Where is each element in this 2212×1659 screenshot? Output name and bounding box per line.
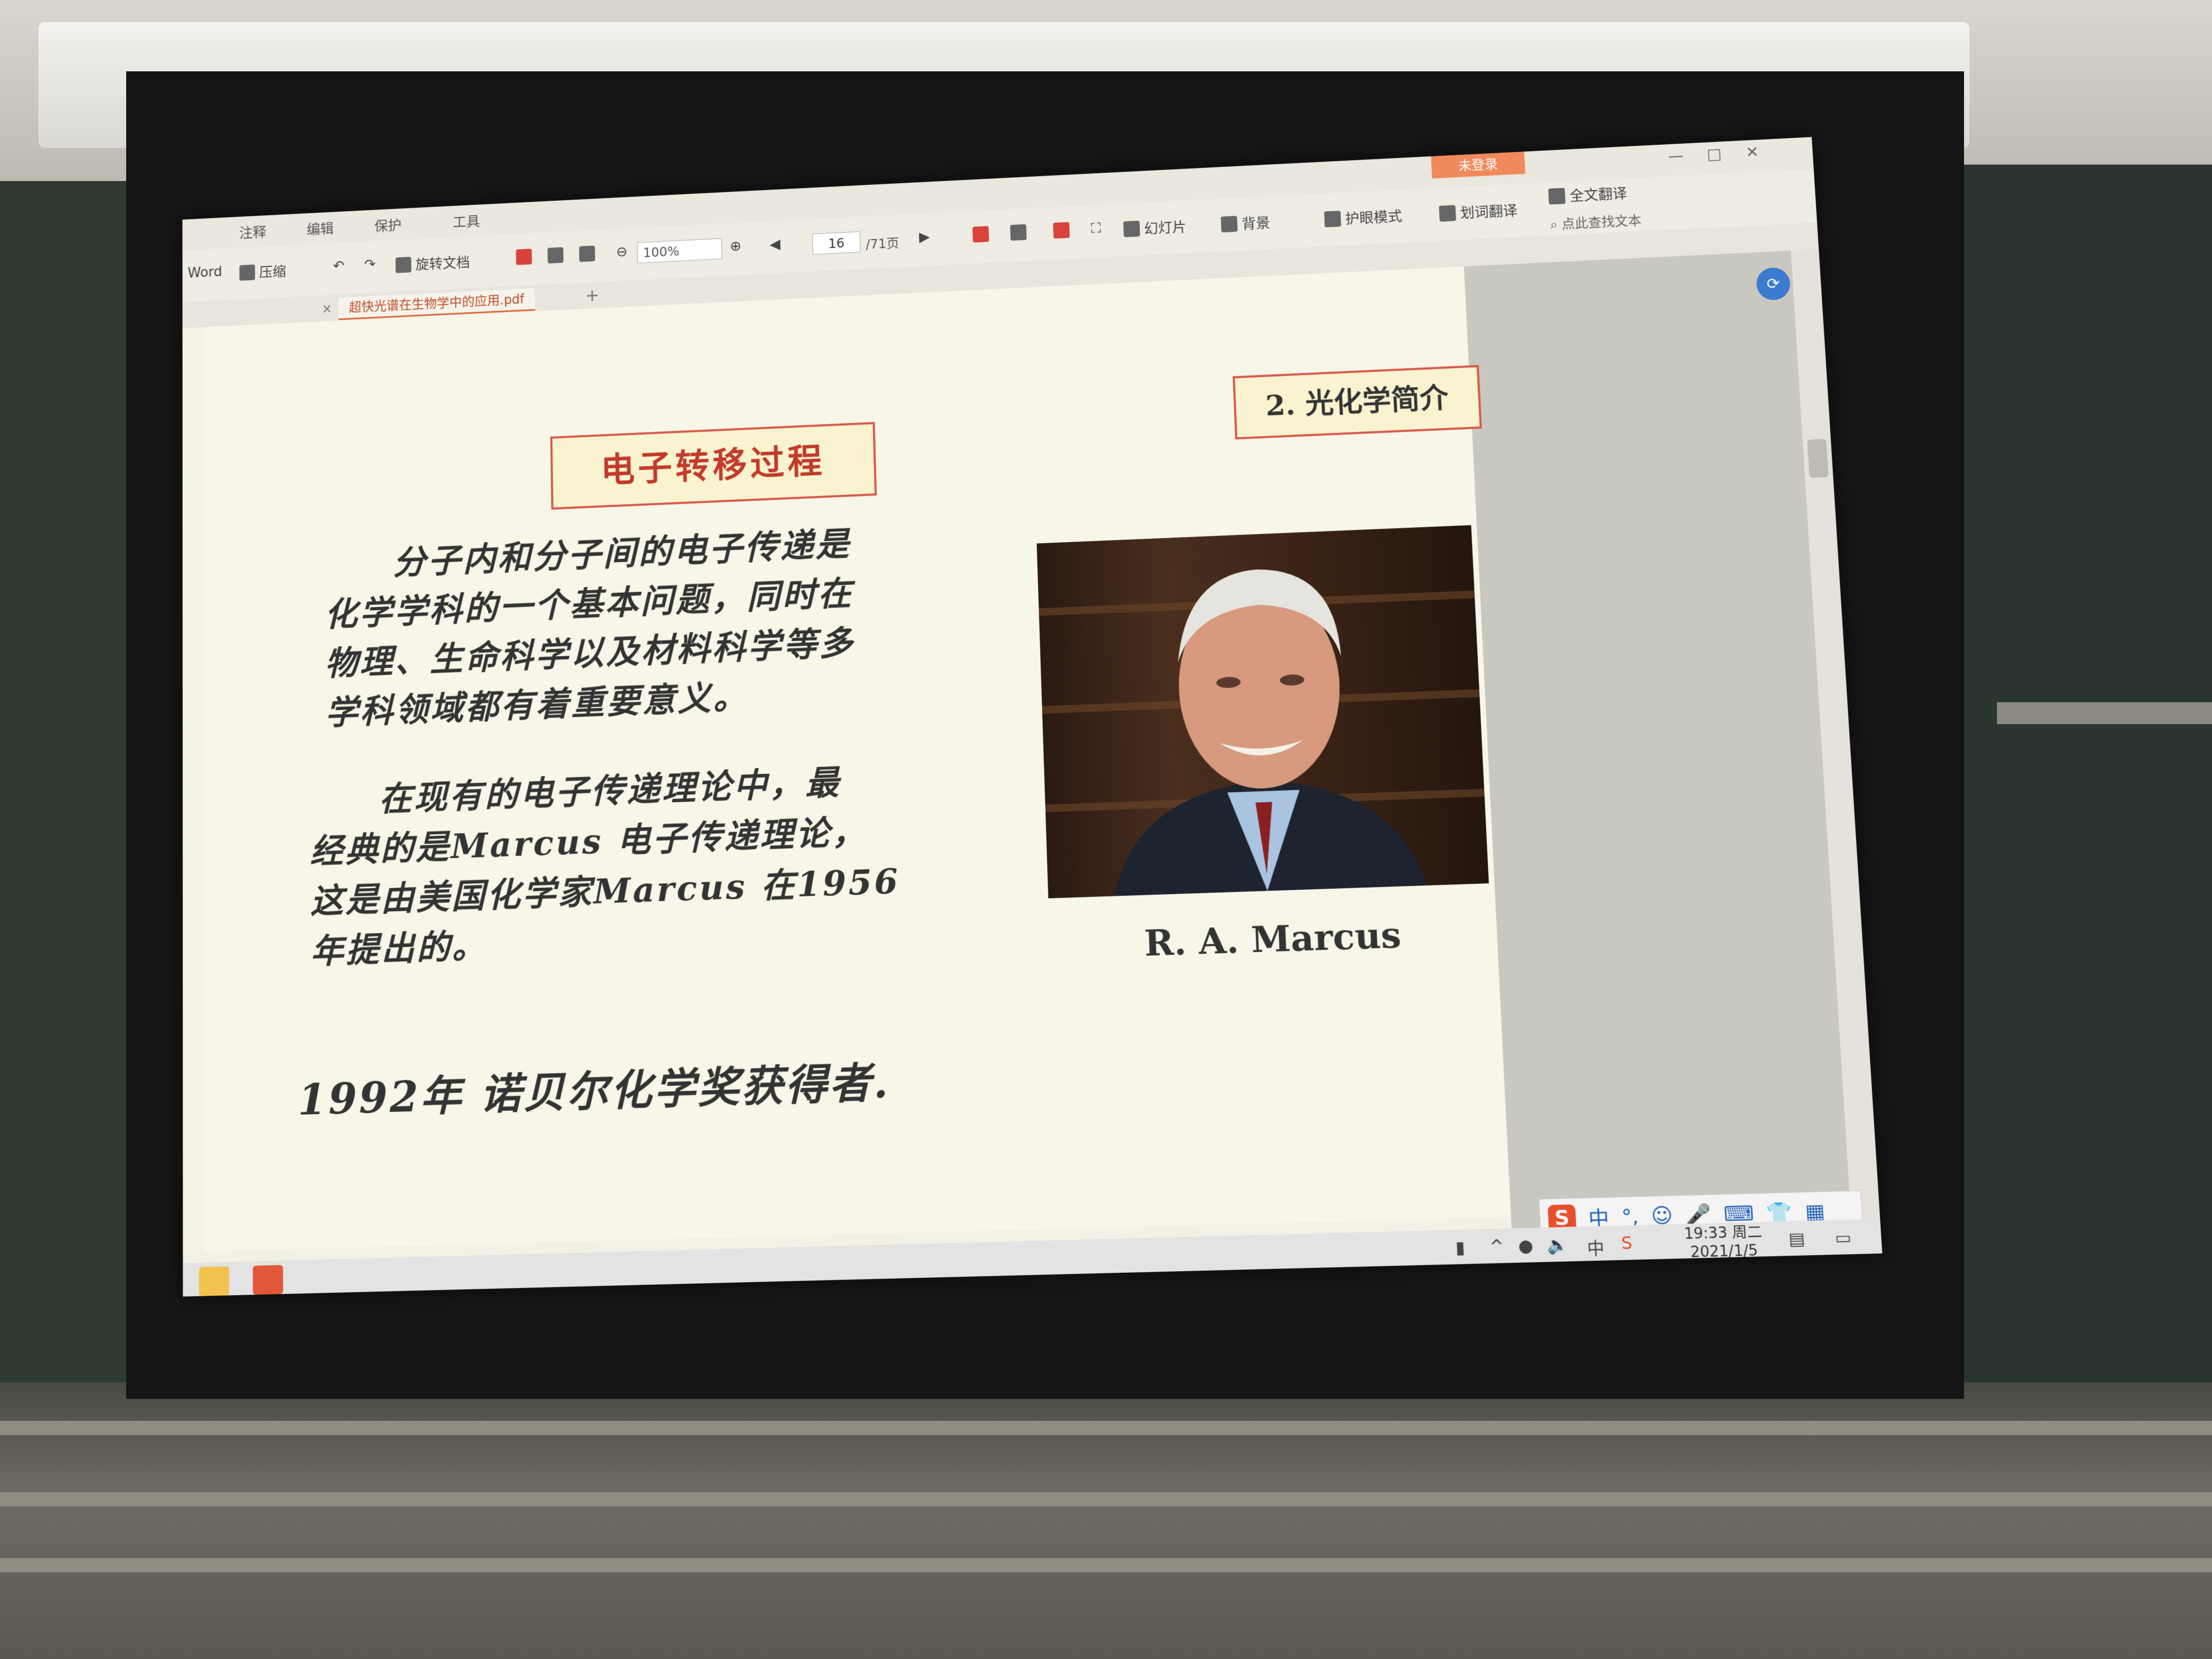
menu-edit[interactable]: 编辑 xyxy=(307,218,334,239)
redo-icon: ↷ xyxy=(364,256,376,273)
slideshow-button[interactable]: 幻灯片 xyxy=(1123,216,1187,239)
slide-title: 电子转移过程 xyxy=(550,422,877,510)
background-label: 背景 xyxy=(1241,215,1271,233)
close-icon[interactable]: ✕ xyxy=(1745,143,1759,161)
background-button[interactable]: 背景 xyxy=(1221,212,1271,234)
eye-mode-label: 护眼模式 xyxy=(1345,208,1403,228)
portrait-photo xyxy=(1036,525,1489,899)
compress-button[interactable]: 压缩 xyxy=(239,261,286,283)
tray-expand-icon[interactable]: ^ xyxy=(1489,1237,1504,1257)
zoom-select[interactable]: 100% xyxy=(637,238,723,263)
rotate-label: 旋转文档 xyxy=(415,255,470,273)
arrow-right-icon: ▶ xyxy=(918,229,930,245)
zoom-in-icon: ⊕ xyxy=(730,238,742,255)
background-icon xyxy=(1221,215,1238,233)
page-total: /71页 xyxy=(865,235,900,252)
full-translate-label: 全文翻译 xyxy=(1569,185,1628,205)
word-translate-button[interactable]: 划词翻译 xyxy=(1438,200,1518,223)
zoom-in-button[interactable]: ⊕ xyxy=(730,238,742,255)
undo-button[interactable]: ↶ xyxy=(333,258,345,274)
frame-slat xyxy=(0,1492,2212,1506)
find-text-input[interactable]: ⌕ 点此查找文本 xyxy=(1549,210,1642,233)
menu-protect[interactable]: 保护 xyxy=(374,215,402,235)
arrow-left-icon: ◀ xyxy=(769,236,781,253)
compress-icon xyxy=(239,264,255,281)
login-badge[interactable]: 未登录 xyxy=(1431,151,1526,179)
fullscreen-icon: ⛶ xyxy=(1091,220,1102,237)
scrollbar-thumb[interactable] xyxy=(1807,439,1829,478)
frame-slat xyxy=(0,1421,2212,1435)
menu-annotate[interactable]: 注释 xyxy=(239,222,266,242)
layout-single-button[interactable] xyxy=(516,249,532,266)
minimize-icon[interactable]: — xyxy=(1668,146,1684,165)
system-clock[interactable]: 19:33 周二 2021/1/5 xyxy=(1684,1223,1764,1262)
sogou-tray-icon[interactable]: S xyxy=(1621,1233,1633,1254)
highlight-button[interactable] xyxy=(1053,222,1070,239)
portrait-caption: R. A. Marcus xyxy=(1143,914,1402,965)
layout-double-button[interactable] xyxy=(547,247,564,264)
layout-grid-button[interactable] xyxy=(579,245,595,262)
to-word-button[interactable]: Word xyxy=(188,264,222,281)
clock-time: 19:33 周二 xyxy=(1683,1223,1763,1243)
zoom-out-icon: ⊖ xyxy=(616,244,628,261)
frame-slat xyxy=(0,1558,2212,1572)
slideshow-label: 幻灯片 xyxy=(1143,219,1187,238)
word-translate-label: 划词翻译 xyxy=(1459,203,1518,222)
next-page-button[interactable]: ▶ xyxy=(919,229,930,245)
undo-icon: ↶ xyxy=(332,258,345,274)
pdf-icon xyxy=(972,225,989,243)
section-heading: 2. 光化学简介 xyxy=(1232,365,1482,440)
find-text-placeholder: 点此查找文本 xyxy=(1561,213,1642,232)
zoom-out-button[interactable]: ⊖ xyxy=(616,244,628,261)
double-page-icon xyxy=(547,247,564,264)
grid-icon xyxy=(579,245,595,262)
rotate-button[interactable]: 旋转文档 xyxy=(395,252,470,275)
volume-icon[interactable]: 🔈 xyxy=(1547,1235,1569,1256)
pdf-page: 电子转移过程 2. 光化学简介 分子内和分子间的电子传递是 化学学科的一个基本问… xyxy=(203,266,1511,1296)
paragraph-1: 分子内和分子间的电子传递是 化学学科的一个基本问题，同时在 物理、生命科学以及材… xyxy=(324,519,857,738)
search-icon: ⌕ xyxy=(1549,217,1562,233)
compress-label: 压缩 xyxy=(259,264,286,281)
eye-mode-button[interactable]: 护眼模式 xyxy=(1324,206,1402,229)
chalk-rail xyxy=(1997,702,2212,724)
fullscreen-button[interactable]: ⛶ xyxy=(1091,221,1101,238)
full-translate-button[interactable]: 全文翻译 xyxy=(1548,183,1628,206)
chalkboard-frame xyxy=(0,1383,2212,1659)
paragraph-2: 在现有的电子传递理论中，最 经典的是Marcus 电子传递理论， 这是由美国化学… xyxy=(309,755,902,977)
portrait-figure xyxy=(1110,566,1427,896)
nobel-line: 1992年 诺贝尔化学奖获得者. xyxy=(297,1057,891,1125)
highlight-icon xyxy=(1053,222,1070,239)
eye-icon xyxy=(1324,210,1341,227)
read-mode-button[interactable] xyxy=(1010,224,1027,241)
menu-tools[interactable]: 工具 xyxy=(453,211,480,231)
language-indicator[interactable]: 中 xyxy=(1587,1234,1605,1260)
redo-button[interactable]: ↷ xyxy=(364,256,376,272)
pdf-button[interactable] xyxy=(972,225,989,243)
tab-close-icon[interactable]: × xyxy=(321,301,332,316)
add-tab-icon[interactable]: + xyxy=(585,285,599,306)
book-icon xyxy=(1010,224,1027,241)
translate-doc-icon xyxy=(1548,187,1566,205)
notification-icon[interactable]: ▭ xyxy=(1834,1228,1852,1249)
battery-icon[interactable]: ▮ xyxy=(1455,1238,1465,1258)
maximize-icon[interactable]: □ xyxy=(1706,145,1722,163)
app-tray-icon[interactable]: ● xyxy=(1517,1236,1533,1256)
wps-pdf-icon[interactable] xyxy=(252,1265,284,1295)
chalkboard-right xyxy=(1931,165,2212,1448)
page-number-input[interactable]: 16 xyxy=(812,231,861,255)
rotate-icon xyxy=(395,256,411,273)
translate-icon xyxy=(1438,205,1457,222)
projected-desktop: 注释 编辑 保护 工具 未登录 — □ ✕ Word 压缩 ↶ ↷ 旋转文档 ⊖… xyxy=(182,137,1882,1297)
prev-page-button[interactable]: ◀ xyxy=(770,236,781,253)
notes-icon[interactable]: ▤ xyxy=(1788,1229,1805,1250)
to-word-label: Word xyxy=(187,264,223,281)
slideshow-icon xyxy=(1123,220,1141,237)
file-explorer-icon[interactable] xyxy=(199,1266,229,1296)
single-page-icon xyxy=(516,249,532,266)
